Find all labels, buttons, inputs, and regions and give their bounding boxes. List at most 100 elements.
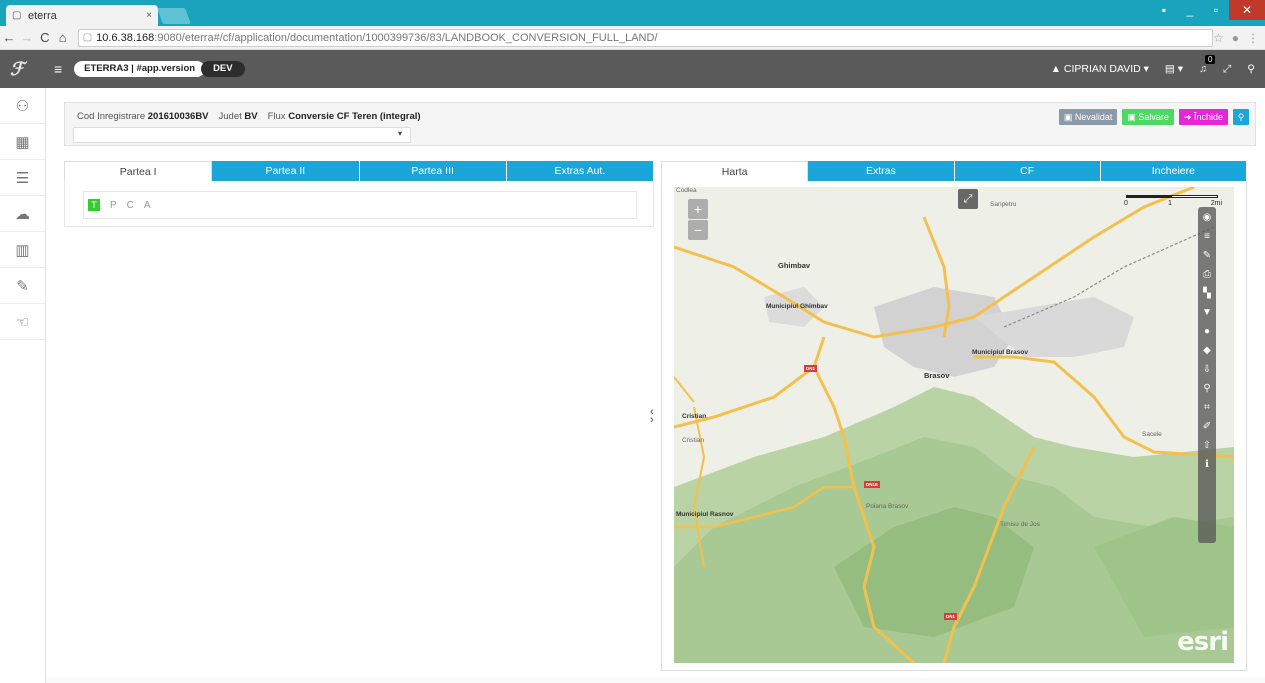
upload-icon[interactable]: ⇧ [1200, 439, 1214, 453]
download-icon[interactable]: ⇩ [1200, 363, 1214, 377]
tpca-a[interactable]: A [144, 200, 151, 211]
info-icon[interactable]: ℹ [1200, 458, 1214, 472]
partea-i-content: T P C A [64, 181, 654, 227]
right-tabs: Harta Extras CF Incheiere [661, 161, 1247, 181]
cloud-icon: ☁ [15, 205, 30, 223]
tab-incheiere[interactable]: Incheiere [1100, 161, 1247, 181]
bookmark-star-icon[interactable]: ☆ [1213, 31, 1224, 45]
zoom-in-button[interactable]: + [688, 199, 708, 219]
filter-icon[interactable]: ▼ [1200, 306, 1214, 320]
fullscreen-icon[interactable]: ⤢ [1223, 63, 1231, 76]
nevalidat-button[interactable]: ▣ Nevalidat [1058, 109, 1118, 125]
home-icon[interactable]: ⌂ [54, 30, 72, 45]
notification-count-badge: 0 [1205, 55, 1216, 64]
map-label-sanpetru: Sanpetru [990, 201, 1017, 208]
close-tab-icon[interactable]: × [146, 10, 152, 21]
sidebar-item-list[interactable]: ☰ [0, 160, 45, 196]
main-content: Cod Inregistrare 201610036BV Judet BV Fl… [46, 88, 1265, 683]
tpca-selector: T P C A [83, 191, 637, 219]
map-canvas[interactable]: Ghimbav Municipiul Ghimbav Municipiul Br… [674, 187, 1234, 663]
tab-extras-aut[interactable]: Extras Aut. [506, 161, 654, 181]
zoom-out-button[interactable]: − [688, 220, 708, 240]
page-info-icon: ▢ [82, 32, 93, 43]
menu-hamburger-icon[interactable]: ≡ [54, 61, 62, 77]
left-tabs: Partea I Partea II Partea III Extras Aut… [64, 161, 654, 181]
crop-icon[interactable]: ⌗ [1200, 401, 1214, 415]
sidebar-item-user[interactable]: ⚇ [0, 88, 45, 124]
reload-icon[interactable]: C [36, 30, 54, 45]
docs-menu-icon[interactable]: ▤ ▾ [1165, 63, 1183, 75]
edit-icon: ✎ [16, 277, 29, 295]
search-icon[interactable]: ⚲ [1247, 63, 1255, 75]
page-bottom-edge [46, 678, 1265, 683]
panel-collapse-toggle[interactable]: ‹ › [650, 407, 654, 426]
window-controls: ▪ _ ▫ ✕ [1151, 0, 1265, 20]
tab-harta[interactable]: Harta [661, 161, 809, 181]
user-icon: ⚇ [15, 97, 30, 115]
address-bar: ← → C ⌂ ▢ 10.6.38.168 :9080/eterra#/cf/a… [0, 26, 1265, 50]
map-label-ghimbav: Ghimbav [778, 261, 811, 270]
sidebar-item-book[interactable]: ▥ [0, 232, 45, 268]
url-field[interactable]: ▢ 10.6.38.168 :9080/eterra#/cf/applicati… [77, 28, 1213, 47]
identify-icon[interactable]: ● [1200, 325, 1214, 339]
restore-button[interactable]: ▫ [1203, 0, 1229, 20]
browser-tab[interactable]: ▢ eterra × [6, 5, 158, 26]
chevron-down-icon: ▾ [397, 129, 402, 138]
sidebar-item-edit[interactable]: ✎ [0, 268, 45, 304]
scale-label: 0 [1124, 200, 1128, 207]
tag-icon[interactable]: ◆ [1200, 344, 1214, 358]
extension-icon[interactable]: ● [1232, 31, 1239, 45]
scale-label: 2mi [1210, 200, 1222, 207]
minimize-button[interactable]: _ [1177, 0, 1203, 20]
tab-partea-ii[interactable]: Partea II [212, 161, 360, 181]
map-scale-bar: 0 1 2mi [1124, 193, 1222, 207]
browser-tabbar: ▢ eterra × ▪ _ ▫ ✕ [0, 0, 1265, 26]
inchide-button[interactable]: ➜ Închide [1178, 109, 1228, 125]
url-path: :9080/eterra#/cf/application/documentati… [154, 31, 658, 44]
notifications-bell-icon[interactable]: ♫ 0 [1199, 55, 1216, 75]
map-label-timisu-de-jos: Timisu de Jos [1000, 521, 1040, 528]
window-close-button[interactable]: ✕ [1229, 0, 1265, 20]
version-badge: ETERRA3 | #app.version [74, 61, 206, 77]
search-button[interactable]: ⚲ [1233, 109, 1249, 125]
judet: Judet BV [218, 111, 258, 122]
user-icon: ▲ [1050, 63, 1064, 75]
tab-cf[interactable]: CF [954, 161, 1101, 181]
print-icon[interactable]: ⎙ [1200, 268, 1214, 282]
cod-inregistrare: Cod Inregistrare 201610036BV [77, 111, 209, 122]
map-icon[interactable]: ▚ [1200, 287, 1214, 301]
flux-select[interactable]: ▾ [73, 127, 411, 143]
sidebar-item-upload[interactable]: ☁ [0, 196, 45, 232]
tpca-t[interactable]: T [88, 199, 100, 211]
doc-icon: ▣ [1063, 112, 1075, 122]
url-host: 10.6.38.168 [96, 31, 155, 44]
user-menu[interactable]: ▲ CIPRIAN DAVID ▾ [1051, 63, 1149, 75]
tpca-p[interactable]: P [110, 200, 117, 211]
app-header: ℱ ≡ ETERRA3 | #app.version DEV ▲ CIPRIAN… [0, 50, 1265, 88]
user-profile-icon[interactable]: ▪ [1151, 0, 1177, 20]
tpca-c[interactable]: C [127, 200, 134, 211]
layers-icon[interactable]: ◉ [1200, 211, 1214, 225]
tab-partea-i[interactable]: Partea I [64, 161, 213, 181]
tab-partea-iii[interactable]: Partea III [359, 161, 507, 181]
browser-menu-icon[interactable]: ⋮ [1247, 31, 1259, 45]
page-icon: ▢ [12, 9, 22, 21]
pencil-icon[interactable]: ✎ [1200, 249, 1214, 263]
forward-icon[interactable]: → [18, 30, 36, 45]
salvare-button[interactable]: ▣ Salvare [1122, 109, 1174, 125]
list-icon[interactable]: ≡ [1200, 230, 1214, 244]
sidebar-item-gesture[interactable]: ☜ [0, 304, 45, 340]
sidebar-item-dashboard[interactable]: ▦ [0, 124, 45, 160]
map-label-brasov: Brasov [924, 371, 950, 380]
map-expand-button[interactable]: ⤢ [958, 189, 978, 209]
hand-icon: ☜ [15, 313, 30, 331]
flux: Flux Conversie CF Teren (integral) [267, 111, 421, 122]
search-icon[interactable]: ⚲ [1200, 382, 1214, 396]
back-icon[interactable]: ← [0, 30, 18, 45]
book-icon: ▥ [15, 241, 30, 259]
app-logo-icon[interactable]: ℱ [10, 58, 32, 80]
tab-extras[interactable]: Extras [808, 161, 955, 181]
new-tab-button[interactable] [157, 8, 191, 24]
edit-icon[interactable]: ✐ [1200, 420, 1214, 434]
map-label-sacele: Sacele [1142, 431, 1162, 438]
